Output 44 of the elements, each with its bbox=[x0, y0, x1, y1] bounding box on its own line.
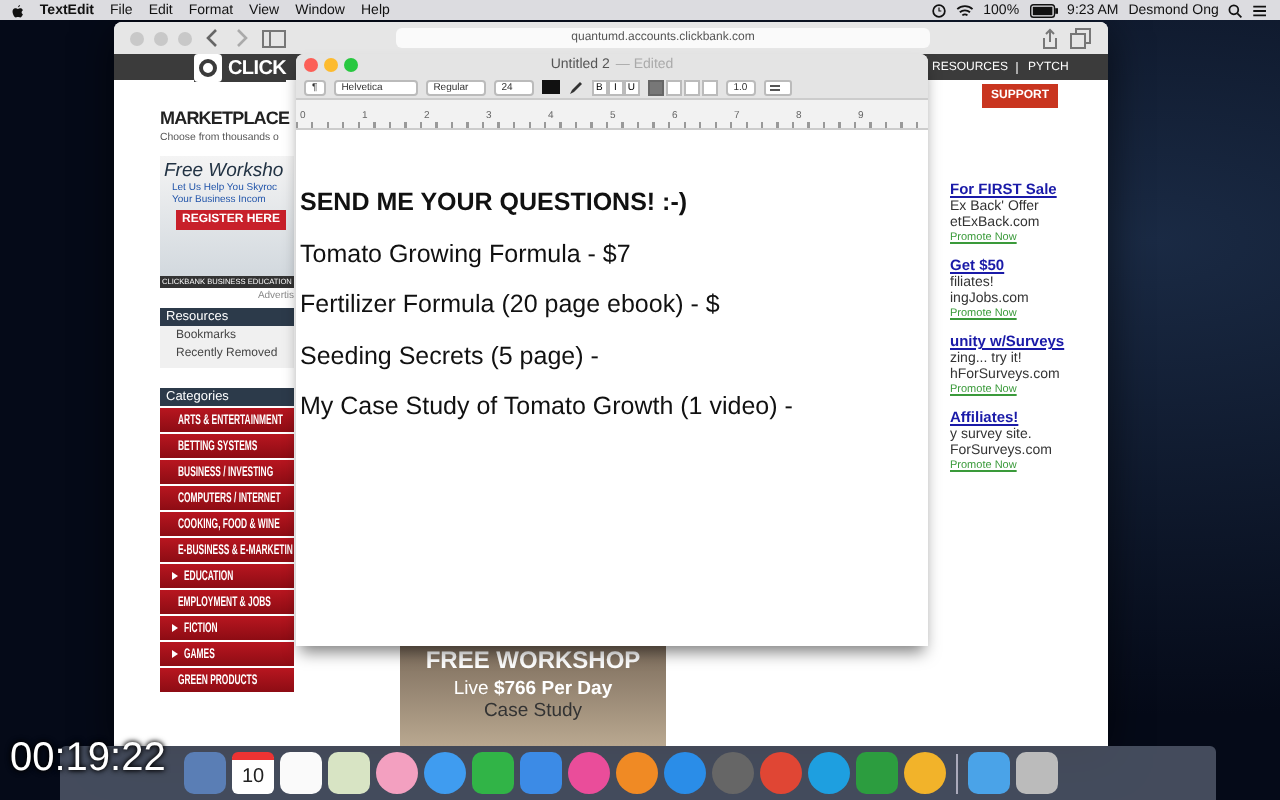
forward-icon[interactable] bbox=[232, 28, 252, 48]
page-heading: MARKETPLACE bbox=[160, 108, 290, 128]
workshop-banner[interactable]: FREE WORKSHOP Live $766 Per Day Case Study bbox=[400, 642, 666, 746]
app-icon[interactable] bbox=[904, 752, 946, 794]
document-line: SEND ME YOUR QUESTIONS! :-) bbox=[300, 186, 688, 220]
align-button[interactable] bbox=[683, 79, 700, 95]
logo-text: CLICK bbox=[228, 57, 287, 79]
ad-title: Free Worksho bbox=[164, 160, 284, 182]
align-button[interactable] bbox=[647, 79, 664, 95]
tabs-icon[interactable] bbox=[1070, 27, 1092, 49]
app-icon[interactable] bbox=[1016, 752, 1058, 794]
app-icon[interactable] bbox=[280, 752, 322, 794]
app-icon[interactable] bbox=[616, 752, 658, 794]
app-icon[interactable] bbox=[328, 752, 370, 794]
clock-icon[interactable] bbox=[931, 3, 946, 17]
list-icon[interactable] bbox=[1252, 3, 1268, 17]
apple-icon[interactable] bbox=[12, 3, 24, 17]
back-icon[interactable] bbox=[202, 28, 222, 48]
search-icon[interactable] bbox=[1228, 3, 1243, 17]
banner-text: Live $766 Per Day bbox=[453, 679, 613, 702]
list-icon[interactable] bbox=[763, 79, 792, 95]
document-line: Fertilizer Formula (20 page ebook) - $ bbox=[300, 288, 720, 322]
close-button[interactable] bbox=[304, 58, 318, 72]
sidebar-icon[interactable] bbox=[262, 29, 286, 47]
site-logo[interactable]: CLICK bbox=[194, 54, 287, 82]
align-button[interactable] bbox=[665, 79, 682, 95]
video-timestamp: 00:19:22 bbox=[10, 736, 166, 780]
align-button[interactable] bbox=[701, 79, 718, 95]
calendar-app-icon[interactable]: 10 bbox=[232, 752, 274, 794]
document-line: My Case Study of Tomato Growth (1 video) - bbox=[300, 390, 793, 424]
document-line: Seeding Secrets (5 page) - bbox=[300, 339, 599, 374]
banner-title: FREE WORKSHOP bbox=[425, 648, 641, 676]
text-color-swatch[interactable] bbox=[541, 80, 560, 94]
zoom-button[interactable] bbox=[344, 58, 358, 72]
arrow-icon bbox=[172, 650, 178, 658]
document-text-area[interactable]: SEND ME YOUR QUESTIONS! :-) Tomato Growing Formula - $7 Fertilizer Formula (20 page ebook) - $ Seeding Secrets (5 page) - My Case Study of Tomato Growth (1 video) - bbox=[296, 130, 928, 433]
banner-text: Case Study bbox=[483, 701, 583, 724]
document-line: Tomato Growing Formula - $7 bbox=[300, 237, 631, 272]
arrow-icon bbox=[172, 572, 178, 580]
arrow-icon bbox=[172, 624, 178, 632]
battery-icon[interactable] bbox=[1029, 3, 1058, 17]
wifi-icon[interactable] bbox=[955, 3, 974, 17]
share-icon[interactable] bbox=[1040, 27, 1060, 49]
app-icon[interactable] bbox=[376, 752, 418, 794]
